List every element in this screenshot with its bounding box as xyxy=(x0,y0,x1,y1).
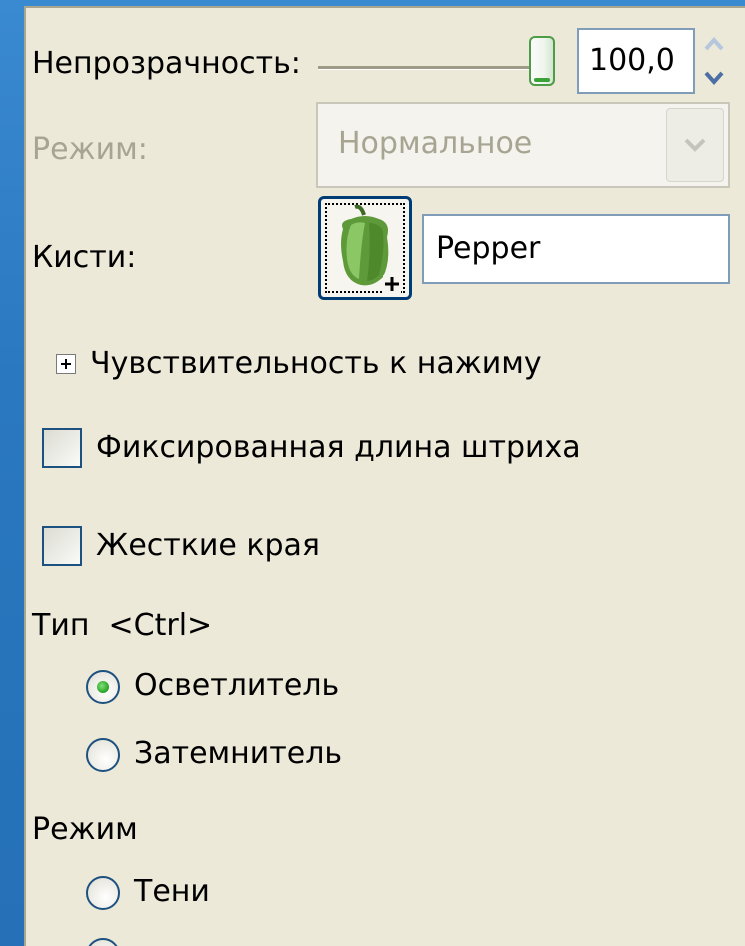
chevron-down-icon xyxy=(684,138,706,152)
radio-dodge[interactable] xyxy=(86,670,120,704)
radio-burn-label: Затемнитель xyxy=(134,736,343,771)
desktop-background: Непрозрачность: 100,0 Режим: Нормальное xyxy=(0,0,745,946)
radio-shadows-label: Тени xyxy=(134,874,210,909)
spin-down-button[interactable] xyxy=(698,62,730,94)
tool-options-panel: Непрозрачность: 100,0 Режим: Нормальное xyxy=(24,6,745,946)
opacity-spinner xyxy=(698,28,730,94)
mode-label: Режим: xyxy=(32,132,148,167)
pepper-brush-icon xyxy=(341,204,401,293)
mode-dropdown-arrow[interactable] xyxy=(666,108,724,182)
expand-plus-icon[interactable] xyxy=(56,354,76,374)
opacity-slider-thumb[interactable] xyxy=(529,36,555,86)
brush-name-field[interactable]: Pepper xyxy=(422,214,730,284)
chevron-down-icon xyxy=(704,71,724,86)
opacity-value-input[interactable]: 100,0 xyxy=(577,28,695,94)
fixed-stroke-checkbox[interactable] xyxy=(42,428,82,468)
hard-edges-label: Жесткие края xyxy=(96,528,320,563)
chevron-up-icon xyxy=(704,36,724,51)
radio-shadows[interactable] xyxy=(86,876,120,910)
opacity-label: Непрозрачность: xyxy=(32,46,301,81)
type-group-label: Тип <Ctrl> xyxy=(32,608,213,643)
spin-up-button[interactable] xyxy=(698,28,730,60)
opacity-slider-track[interactable] xyxy=(318,66,540,70)
radio-next-partial[interactable] xyxy=(86,938,120,946)
hard-edges-checkbox[interactable] xyxy=(42,526,82,566)
fixed-stroke-label: Фиксированная длина штриха xyxy=(96,430,581,465)
range-group-label: Режим xyxy=(32,812,138,847)
radio-burn[interactable] xyxy=(86,738,120,772)
brush-picker-button[interactable] xyxy=(318,196,412,300)
mode-dropdown[interactable]: Нормальное xyxy=(316,102,730,188)
radio-dodge-label: Осветлитель xyxy=(134,668,340,703)
brush-label: Кисти: xyxy=(32,240,137,275)
pressure-sensitivity-expander[interactable]: Чувствительность к нажиму xyxy=(90,346,542,382)
mode-dropdown-value: Нормальное xyxy=(338,126,533,161)
